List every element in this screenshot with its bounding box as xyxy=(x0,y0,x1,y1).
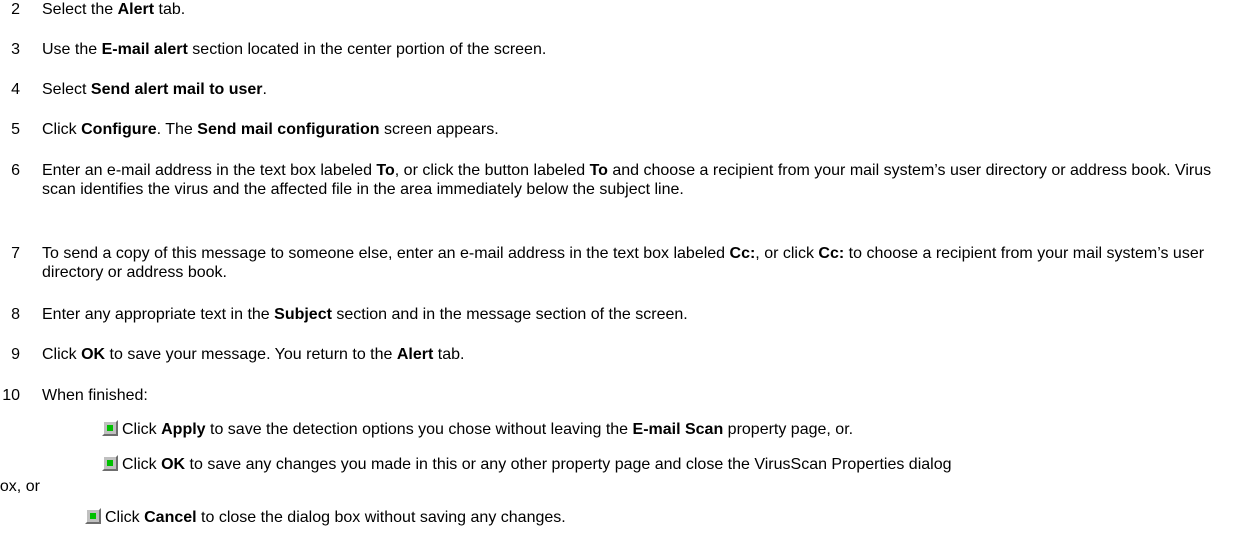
step-text: To send a copy of this message to someon… xyxy=(42,245,1205,281)
step-number: 6 xyxy=(11,162,20,179)
step-number: 5 xyxy=(11,121,20,138)
step-number: 9 xyxy=(11,346,20,363)
step-number: 7 xyxy=(11,245,20,262)
step-number: 8 xyxy=(11,306,20,323)
step-number: 2 xyxy=(11,1,20,18)
step-text: Click Configure. The Send mail configura… xyxy=(42,121,499,138)
green-square-bullet-icon xyxy=(102,455,118,471)
option-apply: Click Apply to save the detection option… xyxy=(102,420,853,439)
step-text: When finished: xyxy=(42,387,148,404)
step-number: 4 xyxy=(11,81,20,98)
step-number: 10 xyxy=(2,387,20,404)
step-text: Enter an e-mail address in the text box … xyxy=(42,162,1212,198)
option-ok-continuation: box, or xyxy=(0,478,40,495)
step-text: Select the Alert tab. xyxy=(42,1,186,18)
step-text: Enter any appropriate text in the Subjec… xyxy=(42,306,688,323)
step-text: Use the E-mail alert section located in … xyxy=(42,41,547,58)
green-square-bullet-icon xyxy=(102,420,118,436)
option-ok: Click OK to save any changes you made in… xyxy=(102,455,952,474)
option-cancel: Click Cancel to close the dialog box wit… xyxy=(85,508,566,527)
step-text: Select Send alert mail to user. xyxy=(42,81,267,98)
step-number: 3 xyxy=(11,41,20,58)
step-text: Click OK to save your message. You retur… xyxy=(42,346,465,363)
green-square-bullet-icon xyxy=(85,508,101,524)
